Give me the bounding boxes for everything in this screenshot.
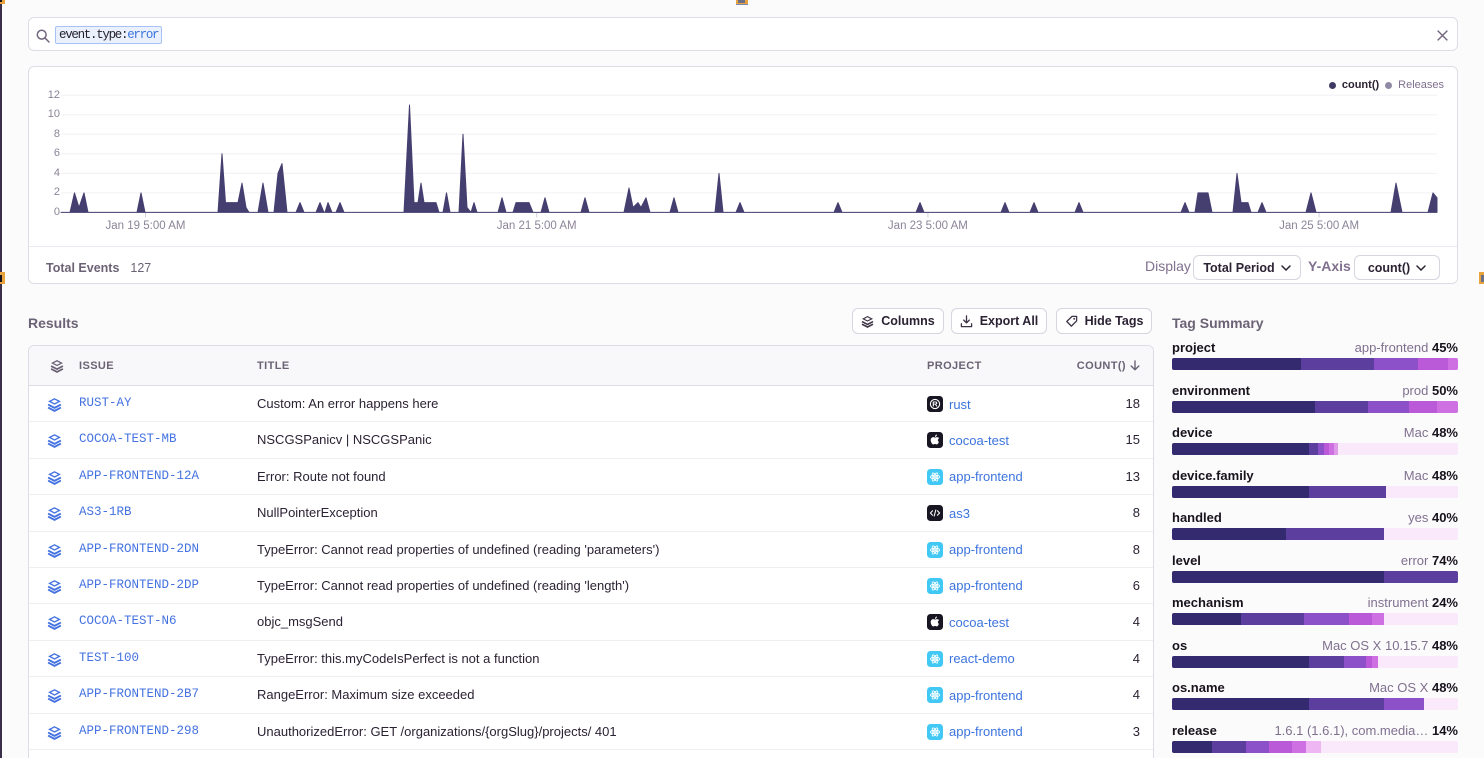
svg-text:R: R <box>932 400 938 409</box>
